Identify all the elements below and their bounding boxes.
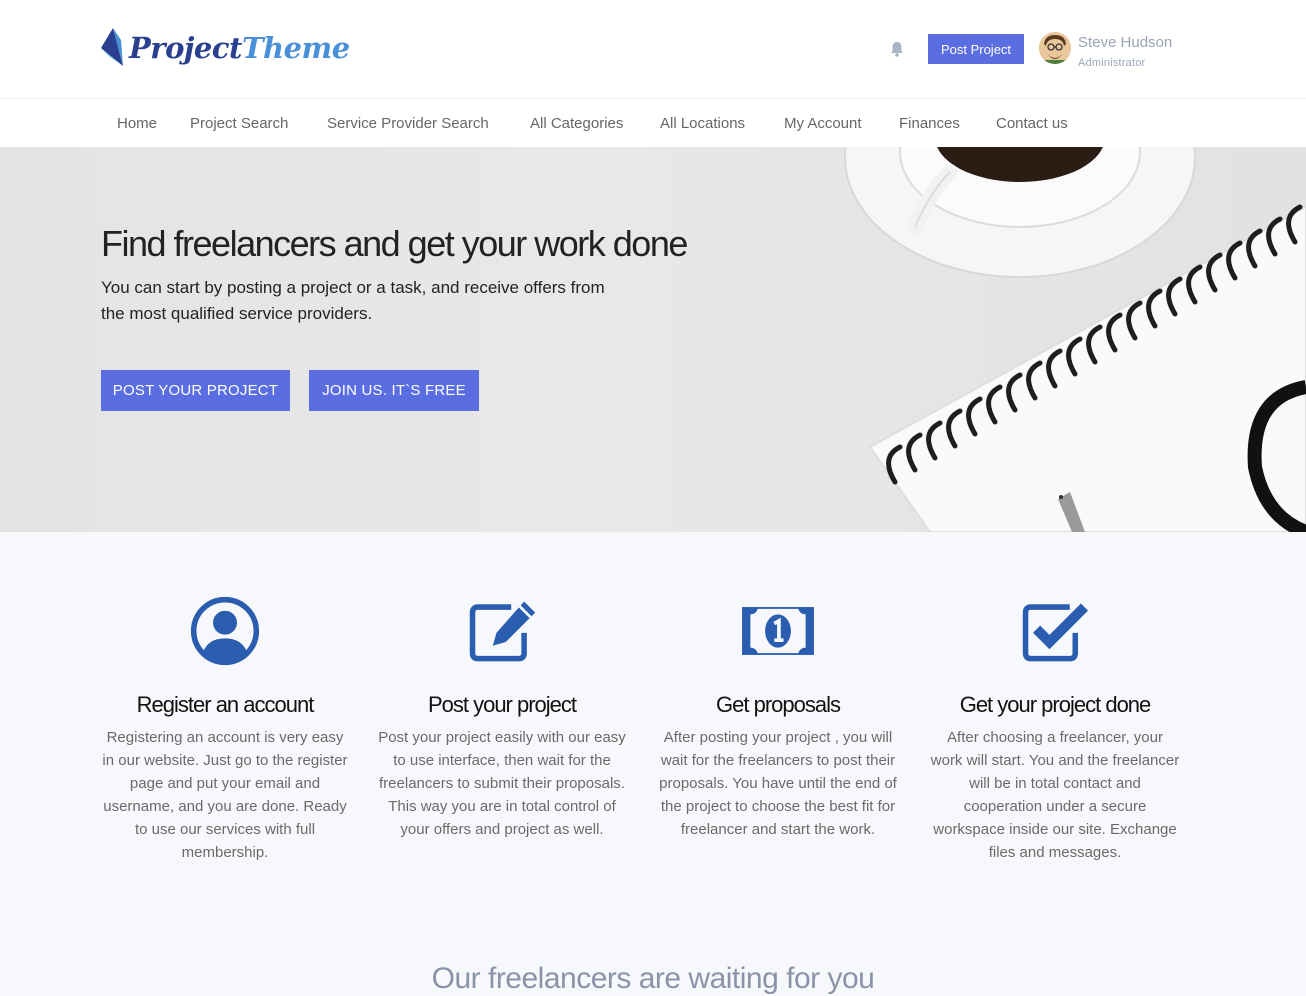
user-name[interactable]: Steve Hudson	[1078, 34, 1172, 51]
logo-mark-icon	[101, 28, 123, 66]
nav-item-my-account[interactable]: My Account	[784, 115, 862, 132]
feature-title: Get your project done	[959, 692, 1152, 717]
hero-subtitle: You can start by posting a project or a …	[101, 278, 605, 323]
post-project-button[interactable]: Post Project	[928, 34, 1024, 64]
feature-text: Post your project easily with our easy t…	[378, 729, 626, 838]
logo-text-theme: Theme	[241, 31, 350, 65]
main-nav: Home Project Search Service Provider Sea…	[0, 98, 1306, 148]
logo-text: ProjectTheme	[129, 26, 350, 70]
section-heading: Our freelancers are waiting for you	[431, 962, 875, 995]
hero-banner: Find freelancers and get your work done …	[0, 147, 1306, 532]
avatar[interactable]	[1039, 32, 1071, 64]
feature-title: Get proposals	[716, 692, 841, 717]
feature-get-proposals: Get proposals After posting your project…	[653, 596, 903, 841]
nav-item-finances[interactable]: Finances	[899, 115, 960, 132]
nav-item-all-categories[interactable]: All Categories	[530, 115, 623, 132]
check-square-icon	[1022, 603, 1089, 662]
feature-text: Registering an account is very easy in o…	[102, 729, 348, 861]
feature-title: Post your project	[427, 692, 577, 717]
site-logo[interactable]: ProjectTheme	[101, 26, 350, 72]
user-circle-icon	[190, 596, 260, 666]
bell-icon[interactable]	[888, 40, 906, 58]
nav-item-project-search[interactable]: Project Search	[190, 115, 288, 132]
feature-register: Register an account Registering an accou…	[100, 596, 350, 864]
feature-title: Register an account	[136, 692, 315, 717]
nav-item-all-locations[interactable]: All Locations	[660, 115, 745, 132]
nav-item-service-provider-search[interactable]: Service Provider Search	[327, 115, 489, 132]
money-bill-icon	[742, 607, 814, 655]
nav-item-home[interactable]: Home	[117, 115, 157, 132]
logo-text-project: Project	[129, 31, 242, 65]
hero-title: Find freelancers and get your work done	[101, 223, 688, 264]
hero-background-image	[844, 147, 1306, 532]
feature-text: After choosing a freelancer, your work w…	[930, 729, 1180, 861]
avatar-image	[1039, 32, 1071, 64]
edit-icon	[469, 601, 536, 662]
post-your-project-button[interactable]: POST YOUR PROJECT	[101, 370, 290, 411]
feature-post-project: Post your project Post your project easi…	[377, 596, 627, 841]
site-header: ProjectTheme Post Project Steve Hudson A…	[0, 0, 1306, 98]
join-us-button[interactable]: JOIN US. IT`S FREE	[309, 370, 479, 411]
nav-item-contact-us[interactable]: Contact us	[996, 115, 1068, 132]
feature-text: After posting your project , you will wa…	[659, 729, 897, 838]
user-role: Administrator	[1078, 57, 1146, 69]
feature-project-done: Get your project done After choosing a f…	[930, 596, 1180, 864]
